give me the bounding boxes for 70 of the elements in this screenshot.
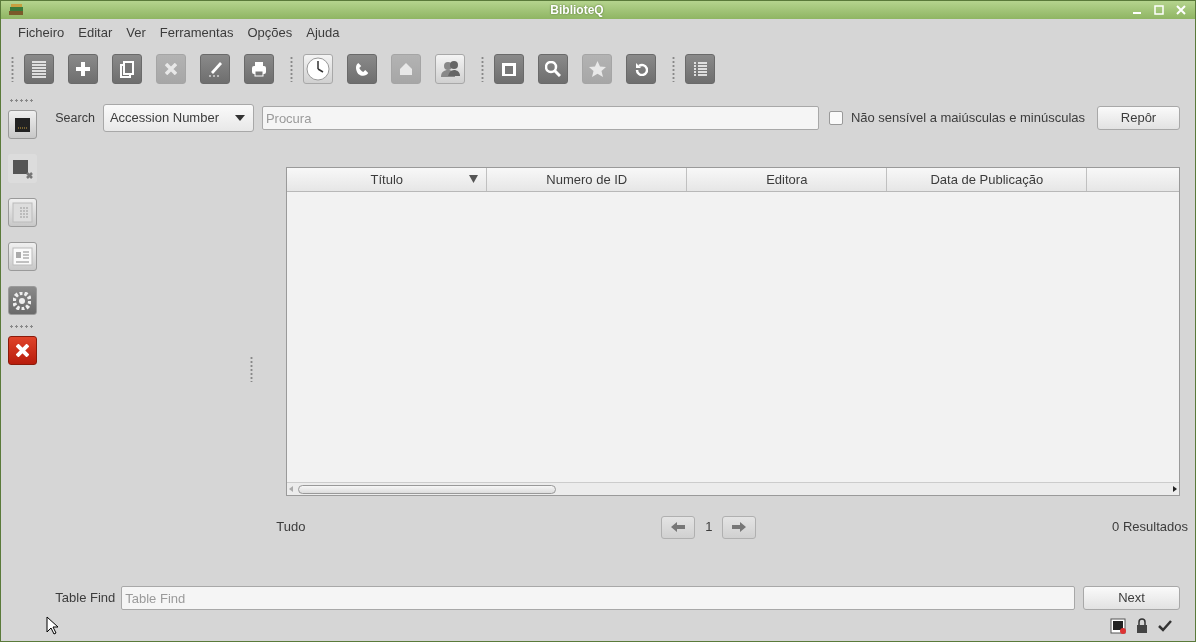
exit-button[interactable] (7, 336, 37, 365)
reset-button[interactable]: Repôr (1097, 106, 1180, 130)
menu-item[interactable]: Ferramentas (152, 23, 241, 43)
socket-cross-icon (11, 158, 33, 179)
next-page-button[interactable] (722, 515, 757, 539)
page-number: 1 (705, 518, 713, 537)
left-arrow-icon (671, 522, 686, 532)
window-title: BiblioteQ (549, 2, 605, 19)
delete-icon (165, 63, 177, 75)
toolbar-button[interactable] (68, 54, 98, 84)
plus-icon (75, 61, 91, 77)
column-header[interactable]: Título (287, 168, 488, 191)
menu-item[interactable]: Ajuda (299, 23, 347, 43)
right-arrow-icon (732, 522, 747, 532)
table-find-label: Table Find (55, 589, 116, 608)
refresh-icon (634, 62, 648, 76)
toolbar-button[interactable] (538, 54, 568, 84)
toolbar-button[interactable] (347, 54, 377, 84)
close-icon (15, 344, 29, 357)
printer-icon (251, 61, 267, 77)
keypad-icon (11, 202, 33, 223)
table-find-input[interactable]: Table Find (121, 586, 1075, 610)
column-header[interactable]: Data de Publicação (887, 168, 1088, 191)
toolbar-button[interactable] (200, 54, 230, 84)
menu-item[interactable]: Editar (71, 23, 120, 43)
column-header[interactable]: Numero de ID (487, 168, 688, 191)
list-icon (692, 62, 708, 76)
socket-icon (13, 116, 31, 133)
next-button[interactable]: Next (1083, 586, 1180, 610)
checkmark-icon (1158, 620, 1172, 632)
house-icon (399, 62, 413, 76)
column-header[interactable]: Editora (687, 168, 888, 191)
search-icon (545, 61, 561, 77)
people-icon (439, 60, 461, 78)
clock-icon (306, 57, 330, 81)
search-field-dropdown[interactable]: Accession Number (102, 104, 254, 132)
toolbar-button[interactable] (435, 54, 465, 84)
list-icon (31, 60, 47, 78)
toolbar-button[interactable] (626, 54, 656, 84)
copy-icon (120, 60, 134, 78)
window-icon (501, 61, 517, 77)
sidebar-button[interactable] (7, 110, 37, 139)
search-input[interactable]: Procura (261, 106, 819, 130)
pencil-icon (207, 61, 223, 77)
toolbar-button[interactable] (112, 54, 142, 84)
results-count: 0 Resultados (1112, 518, 1188, 537)
dropdown-arrow-icon (234, 115, 245, 121)
menu-item[interactable]: Ficheiro (11, 23, 72, 43)
id-card-icon (11, 247, 33, 266)
case-checkbox[interactable] (828, 111, 843, 125)
checkbox-label: Não sensível a maiúsculas e minúsculas (850, 109, 1085, 128)
toolbar-button[interactable] (24, 54, 54, 84)
horizontal-scrollbar[interactable] (287, 482, 1179, 495)
gear-icon (13, 291, 32, 310)
star-icon (587, 60, 607, 78)
socket-status-icon (1110, 618, 1126, 634)
lock-icon (1136, 618, 1148, 634)
phone-icon (354, 61, 370, 77)
toolbar-button[interactable] (244, 54, 274, 84)
scope-label: Tudo (276, 518, 306, 537)
sort-descending-icon (469, 175, 479, 183)
toolbar-button[interactable] (303, 54, 333, 84)
search-label: Search (55, 109, 95, 127)
menu-item[interactable]: Opções (240, 23, 300, 43)
menu-item[interactable]: Ver (119, 23, 153, 43)
books-icon (7, 3, 25, 17)
previous-page-button[interactable] (661, 515, 696, 539)
toolbar-button[interactable] (494, 54, 524, 84)
mouse-cursor-icon (46, 616, 58, 635)
toolbar-button[interactable] (685, 54, 715, 84)
